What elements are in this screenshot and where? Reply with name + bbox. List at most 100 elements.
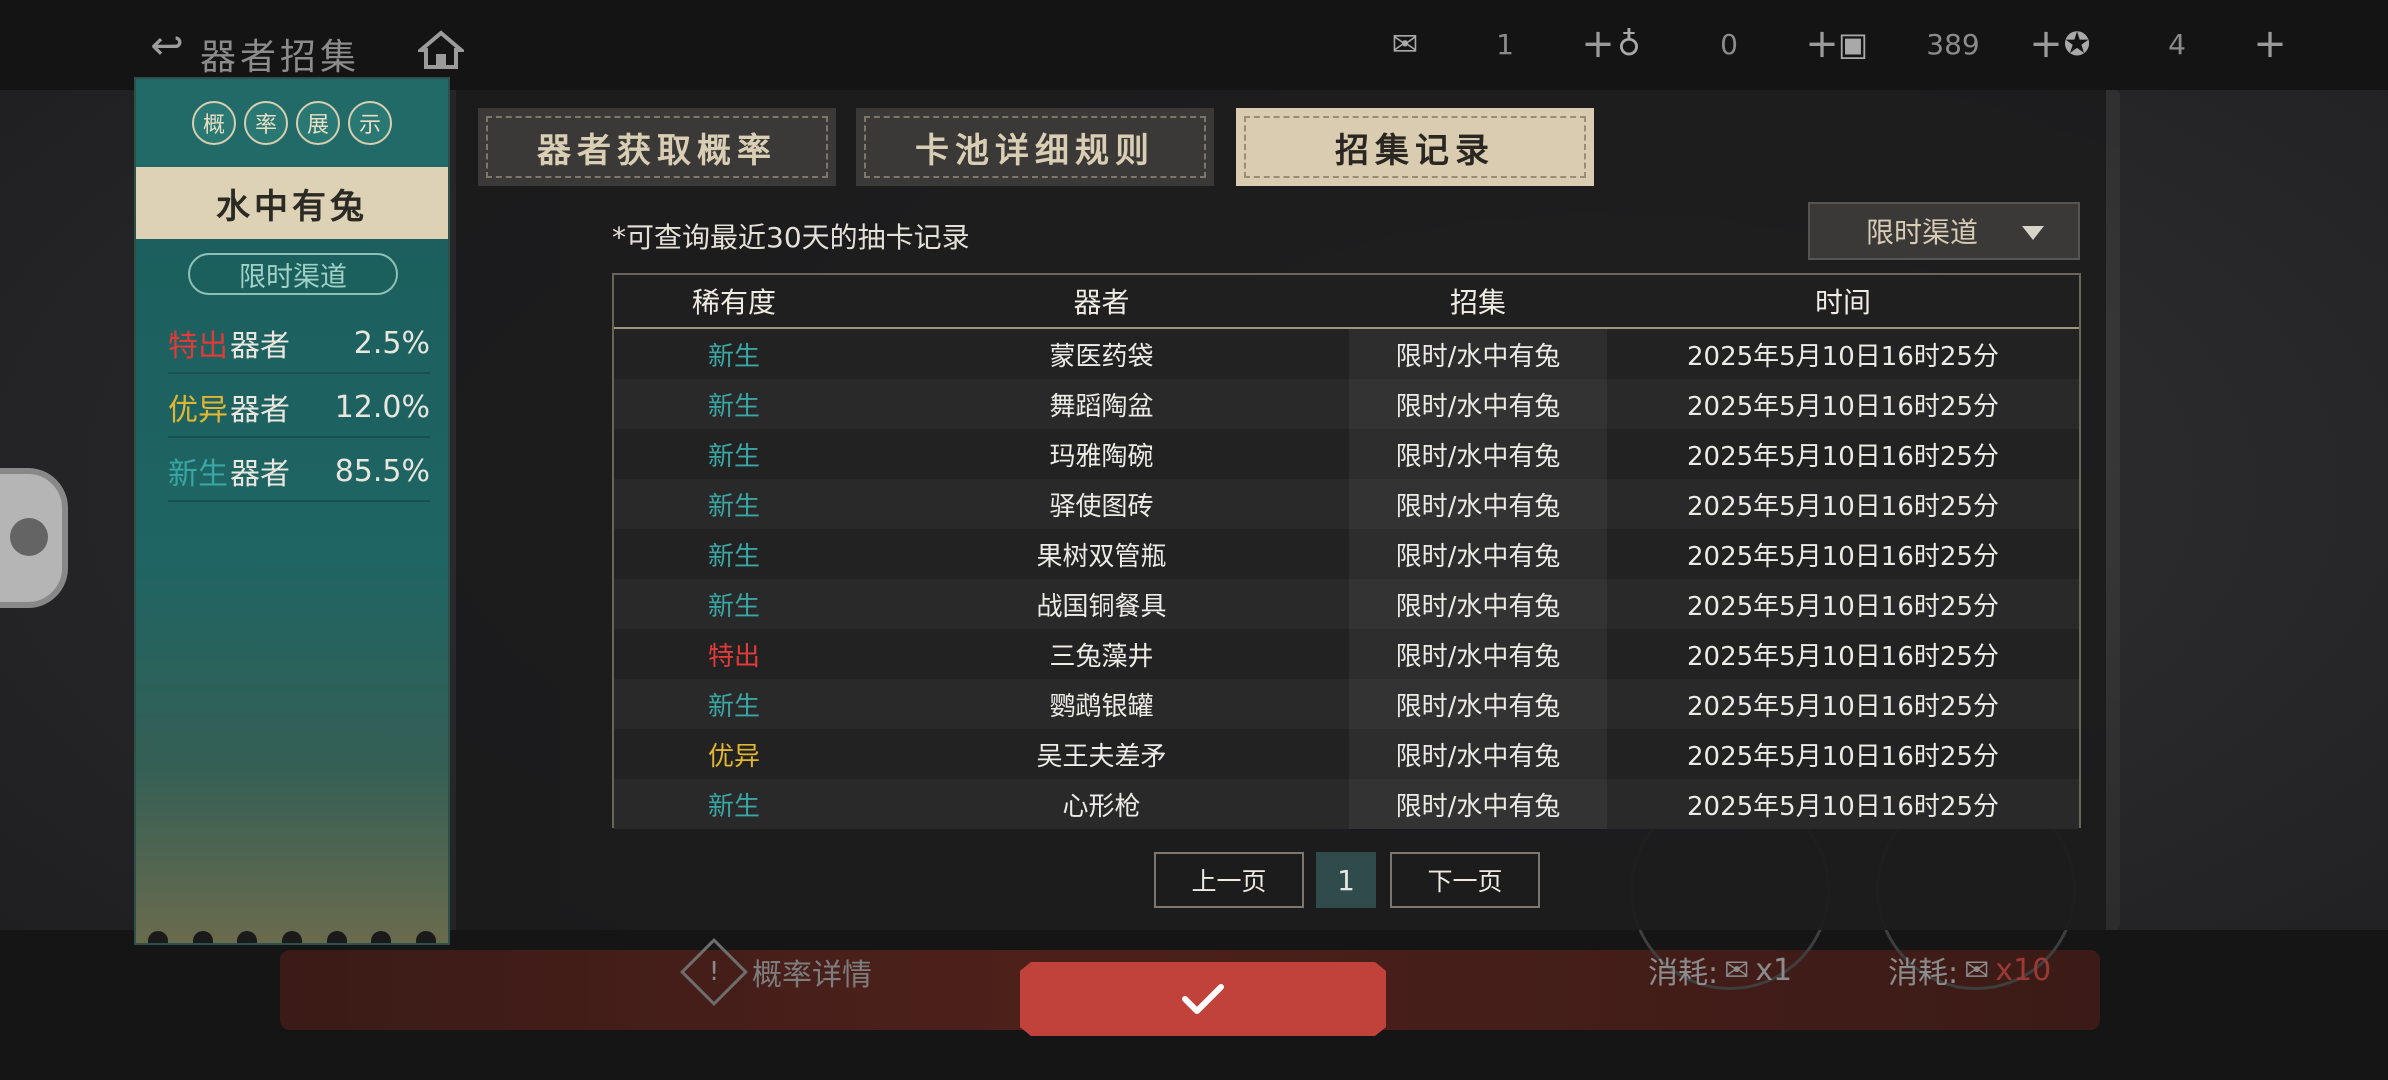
resource-value: 0	[1720, 27, 1738, 61]
table-row: 特出 三兔藻井 限时/水中有兔 2025年5月10日16时25分	[614, 629, 2079, 679]
rate-row-common: 新生 器者 85.5%	[168, 442, 430, 502]
recruit-cell: 限时/水中有兔	[1349, 579, 1607, 629]
item-cell: 驿使图砖	[1049, 491, 1154, 522]
column-header: 稀有度	[691, 286, 776, 319]
time-cell: 2025年5月10日16时25分	[1687, 541, 1999, 572]
header-seal: 率	[244, 101, 288, 145]
recruit-cell: 限时/水中有兔	[1349, 779, 1607, 829]
recruit-cell: 限时/水中有兔	[1349, 629, 1607, 679]
time-cell: 2025年5月10日16时25分	[1687, 341, 1999, 372]
recruit-cell: 限时/水中有兔	[1349, 479, 1607, 529]
time-cell: 2025年5月10日16时25分	[1687, 491, 1999, 522]
tab-acquire-probability[interactable]: 器者获取概率	[478, 108, 836, 186]
rarity-cell: 优异	[707, 741, 760, 772]
rarity-cell: 新生	[707, 691, 760, 722]
back-button[interactable]: ↩	[140, 22, 194, 70]
channel-dropdown-value: 限时渠道	[1866, 216, 1979, 249]
gourd-token-icon: ♁	[1617, 25, 1641, 63]
table-row: 新生 鹦鹉银罐 限时/水中有兔 2025年5月10日16时25分	[614, 679, 2079, 729]
table-row: 新生 舞蹈陶盆 限时/水中有兔 2025年5月10日16时25分	[614, 379, 2079, 429]
ticket-perforation	[136, 929, 448, 943]
time-cell: 2025年5月10日16时25分	[1687, 391, 1999, 422]
table-row: 新生 心形枪 限时/水中有兔 2025年5月10日16时25分	[614, 779, 2079, 829]
rarity-cell: 特出	[707, 641, 760, 672]
table-row: 新生 战国铜餐具 限时/水中有兔 2025年5月10日16时25分	[614, 579, 2079, 629]
next-page-button[interactable]: 下一页	[1390, 852, 1540, 908]
table-body: 新生 蒙医药袋 限时/水中有兔 2025年5月10日16时25分 新生 舞蹈陶盆 限时/水中…	[614, 329, 2079, 829]
time-cell: 2025年5月10日16时25分	[1687, 791, 1999, 822]
item-cell: 三兔藻井	[1049, 641, 1154, 672]
tab-label: 卡池详细规则	[915, 130, 1155, 171]
item-cell: 鹦鹉银罐	[1049, 691, 1154, 722]
table-header: 稀有度 器者 招集 时间	[614, 275, 2079, 329]
table-row: 新生 果树双管瓶 限时/水中有兔 2025年5月10日16时25分	[614, 529, 2079, 579]
recruit-cell: 限时/水中有兔	[1349, 729, 1607, 779]
time-cell: 2025年5月10日16时25分	[1687, 591, 1999, 622]
rarity-cell: 新生	[707, 391, 760, 422]
table-row: 新生 驿使图砖 限时/水中有兔 2025年5月10日16时25分	[614, 479, 2079, 529]
tab-label: 器者获取概率	[537, 130, 777, 171]
time-cell: 2025年5月10日16时25分	[1687, 741, 1999, 772]
rarity-cell: 新生	[707, 341, 760, 372]
column-header: 时间	[1814, 286, 1871, 319]
resource-value: 4	[2168, 27, 2186, 61]
resource-value: 1	[1496, 27, 1514, 61]
rate-row-special: 特出 器者 2.5%	[168, 314, 430, 374]
single-recruit-cost: 消耗: ✉ x1	[1648, 948, 1792, 992]
rarity-cell: 新生	[707, 791, 760, 822]
tab-pool-rules[interactable]: 卡池详细规则	[856, 108, 1214, 186]
channel-dropdown[interactable]: 限时渠道	[1808, 202, 2080, 260]
floating-assist-handle[interactable]	[0, 468, 68, 608]
probability-detail-button[interactable]: ! 概率详情	[680, 938, 970, 1006]
item-cell: 心形枪	[1062, 791, 1141, 822]
recruit-cell: 限时/水中有兔	[1349, 679, 1607, 729]
channel-badge: 限时渠道	[188, 253, 398, 295]
recruit-cell: 限时/水中有兔	[1349, 529, 1607, 579]
tab-recruit-records[interactable]: 招集记录	[1236, 108, 1594, 186]
rarity-cell: 新生	[707, 541, 760, 572]
envelope-ticket-icon: ✉	[1964, 952, 1990, 988]
column-header: 器者	[1073, 286, 1130, 319]
resource-envelope: ✉ 1 +	[1380, 16, 1616, 72]
rate-tier: 新生	[168, 457, 228, 492]
cost-label: 消耗:	[1888, 956, 1959, 991]
triangle-down-icon	[2022, 226, 2044, 240]
resource-tablet: ▣ 389 +	[1828, 16, 2064, 72]
page-title: 器者招集	[200, 37, 361, 78]
rate-percent: 12.0%	[334, 389, 430, 425]
envelope-ticket-icon: ✉	[1391, 25, 1419, 63]
confirm-button[interactable]	[1020, 962, 1386, 1036]
prev-page-button[interactable]: 上一页	[1154, 852, 1304, 908]
item-cell: 战国铜餐具	[1036, 591, 1167, 622]
recruit-cell: 限时/水中有兔	[1349, 329, 1607, 379]
rate-suffix: 器者	[230, 393, 290, 428]
envelope-ticket-icon: ✉	[1724, 952, 1750, 988]
header-seal: 概	[192, 101, 236, 145]
table-row: 优异 吴王夫差矛 限时/水中有兔 2025年5月10日16时25分	[614, 729, 2079, 779]
table-row: 新生 玛雅陶碗 限时/水中有兔 2025年5月10日16时25分	[614, 429, 2079, 479]
header-seal: 示	[348, 101, 392, 145]
add-medal-button[interactable]: +	[2252, 21, 2288, 67]
rarity-cell: 新生	[707, 441, 760, 472]
table-row: 新生 蒙医药袋 限时/水中有兔 2025年5月10日16时25分	[614, 329, 2079, 379]
rate-suffix: 器者	[230, 457, 290, 492]
rate-row-excellent: 优异 器者 12.0%	[168, 378, 430, 438]
tab-label: 招集记录	[1335, 130, 1495, 171]
time-cell: 2025年5月10日16时25分	[1687, 441, 1999, 472]
rate-suffix: 器者	[230, 329, 290, 364]
rate-tier: 特出	[168, 329, 228, 364]
rarity-cell: 新生	[707, 491, 760, 522]
cost-amount: x1	[1755, 952, 1793, 988]
cost-label: 消耗:	[1648, 956, 1719, 991]
tablet-currency-icon: ▣	[1837, 25, 1869, 63]
records-table: 稀有度 器者 招集 时间 新生 蒙医药袋 限时/水中有兔 2025年5月10日16时2…	[612, 273, 2081, 829]
rarity-cell: 新生	[707, 591, 760, 622]
probability-panel: 概 率 展 示 水中有兔 限时渠道 特出 器者 2.5% 优异 器者 12.0%…	[134, 77, 450, 945]
rate-percent: 85.5%	[334, 453, 430, 489]
back-arrow-icon: ↩	[150, 23, 184, 69]
home-icon[interactable]	[418, 30, 464, 70]
ten-recruit-cost: 消耗: ✉ x10	[1888, 948, 2051, 992]
records-note: *可查询最近30天的抽卡记录	[612, 221, 970, 254]
pool-name: 水中有兔	[136, 167, 448, 239]
resource-medal: ✪ 4 +	[2052, 16, 2288, 72]
